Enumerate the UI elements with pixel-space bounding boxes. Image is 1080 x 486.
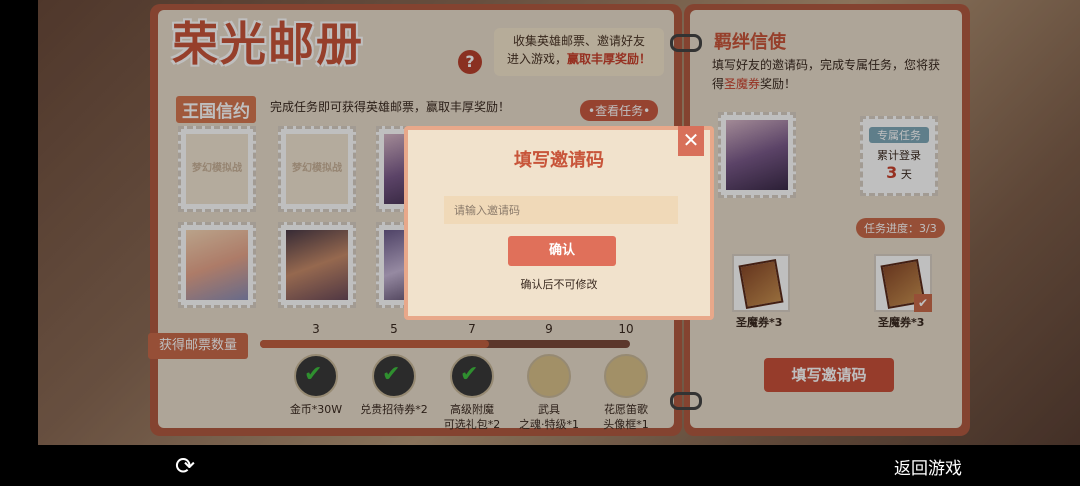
confirm-button[interactable]: 确认: [508, 236, 616, 266]
invite-code-input[interactable]: [444, 196, 678, 224]
dialog-title: 填写邀请码: [514, 150, 604, 171]
rotate-icon[interactable]: ⟳: [170, 451, 200, 481]
confirm-note: 确认后不可修改: [520, 278, 598, 291]
close-icon[interactable]: ✕: [678, 126, 704, 156]
system-navbar: ⟳ 返回游戏: [0, 445, 1080, 486]
game-screen: 荣光邮册 ? 收集英雄邮票、邀请好友 进入游戏，赢取丰厚奖励！ 王国信约 完成任…: [38, 0, 1080, 445]
back-to-game-button[interactable]: 返回游戏: [894, 454, 962, 479]
invite-code-dialog: 填写邀请码 ✕ 确认 确认后不可修改: [404, 126, 714, 320]
